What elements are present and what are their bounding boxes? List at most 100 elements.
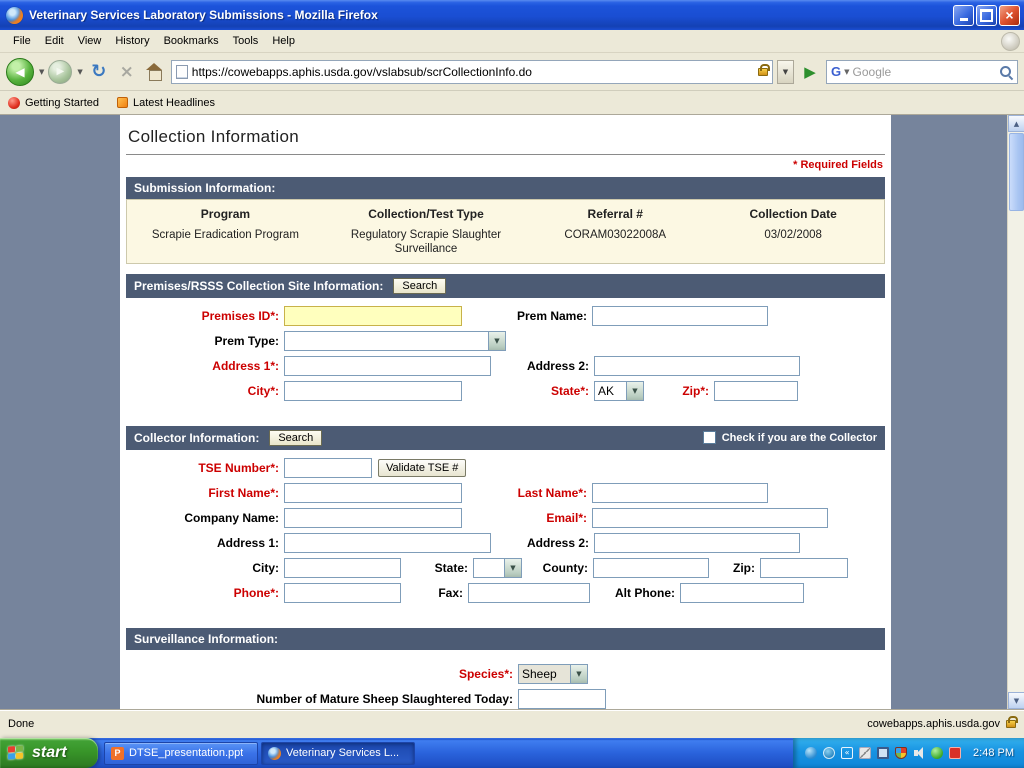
ssl-lock-icon[interactable] [1006, 720, 1016, 728]
premises-header-label: Premises/RSSS Collection Site Informatio… [134, 279, 383, 293]
premises-search-button[interactable]: Search [393, 278, 446, 294]
collector-city-label: City: [126, 561, 284, 575]
navigation-toolbar: ◀ ▼ ▶ ▼ ↻ × ▼ ▶ ▼ [0, 53, 1024, 91]
menu-history[interactable]: History [108, 32, 156, 50]
prem-city-input[interactable] [284, 381, 462, 401]
reload-icon[interactable]: ↻ [87, 59, 111, 85]
is-collector-checkbox[interactable] [703, 431, 716, 444]
scroll-down-icon[interactable]: ▼ [1008, 692, 1024, 709]
status-green-icon[interactable] [931, 747, 943, 759]
address-bar[interactable] [171, 60, 773, 84]
fax-label: Fax: [401, 586, 468, 600]
first-name-label: First Name*: [126, 486, 284, 500]
search-engine-dropdown-icon[interactable]: ▼ [844, 68, 849, 76]
go-button[interactable]: ▶ [798, 59, 822, 85]
collector-state-label: State: [401, 561, 473, 575]
menu-bookmarks[interactable]: Bookmarks [157, 32, 226, 50]
collector-section-header: Collector Information: Search Check if y… [126, 426, 885, 450]
volume-icon[interactable] [913, 747, 925, 759]
desktop: Veterinary Services Laboratory Submissio… [0, 0, 1024, 768]
phone-input[interactable] [284, 583, 401, 603]
url-input[interactable] [192, 65, 754, 79]
prem-zip-label: Zip*: [644, 384, 714, 398]
start-button[interactable]: start [0, 738, 98, 768]
tse-number-input[interactable] [284, 458, 372, 478]
email-input[interactable] [592, 508, 828, 528]
scroll-up-icon[interactable]: ▲ [1008, 115, 1024, 132]
close-button[interactable]: × [999, 5, 1020, 26]
prem-address1-label: Address 1*: [126, 359, 284, 373]
premises-id-input[interactable] [284, 306, 462, 326]
collector-address2-input[interactable] [594, 533, 800, 553]
last-name-label: Last Name*: [462, 486, 592, 500]
chevron-down-icon: ▼ [626, 382, 643, 400]
menu-tools[interactable]: Tools [226, 32, 266, 50]
vertical-scrollbar[interactable]: ▲ ▼ [1007, 115, 1024, 709]
menu-view[interactable]: View [71, 32, 109, 50]
search-input[interactable] [853, 65, 996, 79]
collector-city-input[interactable] [284, 558, 401, 578]
mature-slaughtered-today-input[interactable] [518, 689, 606, 709]
collector-address1-label: Address 1: [126, 536, 284, 550]
prem-address2-input[interactable] [594, 356, 800, 376]
fax-input[interactable] [468, 583, 590, 603]
first-name-input[interactable] [284, 483, 462, 503]
network-globe-icon[interactable] [823, 747, 835, 759]
system-tray: 2:48 PM [793, 738, 1024, 768]
back-button[interactable]: ◀ [6, 58, 34, 86]
search-box[interactable]: ▼ [826, 60, 1018, 84]
prem-state-select[interactable]: AK▼ [594, 381, 644, 401]
messenger-icon[interactable] [805, 747, 817, 759]
minimize-button[interactable] [953, 5, 974, 26]
activity-throbber-icon [1001, 32, 1020, 51]
display-settings-icon[interactable] [877, 747, 889, 759]
taskbar-item-firefox[interactable]: Veterinary Services L... [261, 742, 415, 765]
search-magnifier-icon[interactable] [999, 65, 1013, 79]
forward-button[interactable]: ▶ [48, 60, 72, 84]
back-history-dropdown-icon[interactable]: ▼ [39, 68, 44, 76]
collector-search-button[interactable]: Search [269, 430, 322, 446]
menu-help[interactable]: Help [265, 32, 302, 50]
prem-zip-input[interactable] [714, 381, 798, 401]
hide-icons-chevron[interactable] [841, 747, 853, 759]
window-title: Veterinary Services Laboratory Submissio… [29, 8, 953, 22]
stop-icon[interactable]: × [115, 59, 139, 85]
prem-type-label: Prem Type: [126, 334, 284, 348]
prem-type-select[interactable]: ▼ [284, 331, 506, 351]
mature-slaughtered-today-label: Number of Mature Sheep Slaughtered Today… [126, 692, 518, 706]
forward-history-dropdown-icon[interactable]: ▼ [77, 68, 82, 76]
security-center-icon[interactable] [895, 747, 907, 759]
species-select[interactable]: Sheep▼ [518, 664, 588, 684]
prem-address1-input[interactable] [284, 356, 491, 376]
company-name-input[interactable] [284, 508, 462, 528]
home-button[interactable] [143, 59, 167, 85]
surveillance-section-header: Surveillance Information: [126, 628, 885, 650]
url-history-dropdown-button[interactable]: ▼ [777, 60, 794, 84]
collector-address2-label: Address 2: [491, 536, 594, 550]
collector-county-input[interactable] [593, 558, 709, 578]
firefox-icon [268, 747, 281, 760]
cell-test-type: Regulatory Scrapie Slaughter Surveillanc… [324, 229, 528, 257]
alt-phone-input[interactable] [680, 583, 804, 603]
validate-tse-button[interactable]: Validate TSE # [378, 459, 466, 477]
page-favicon [176, 65, 188, 79]
last-name-input[interactable] [592, 483, 768, 503]
prem-state-label: State*: [462, 384, 594, 398]
collector-address1-input[interactable] [284, 533, 491, 553]
scrollbar-thumb[interactable] [1009, 133, 1024, 211]
bookmark-getting-started[interactable]: Getting Started [8, 97, 99, 109]
collector-state-select[interactable]: ▼ [473, 558, 522, 578]
tablet-pen-icon[interactable] [859, 747, 871, 759]
restore-button[interactable] [976, 5, 997, 26]
taskbar-item-powerpoint[interactable]: DTSE_presentation.ppt [104, 742, 258, 765]
collector-county-label: County: [522, 561, 593, 575]
alert-red-icon[interactable] [949, 747, 961, 759]
bookmark-latest-headlines[interactable]: Latest Headlines [117, 97, 215, 109]
submission-header-label: Submission Information: [134, 181, 275, 195]
collector-zip-input[interactable] [760, 558, 848, 578]
chevron-down-icon: ▼ [488, 332, 505, 350]
menu-edit[interactable]: Edit [38, 32, 71, 50]
prem-name-input[interactable] [592, 306, 768, 326]
alt-phone-label: Alt Phone: [590, 586, 680, 600]
menu-file[interactable]: File [6, 32, 38, 50]
